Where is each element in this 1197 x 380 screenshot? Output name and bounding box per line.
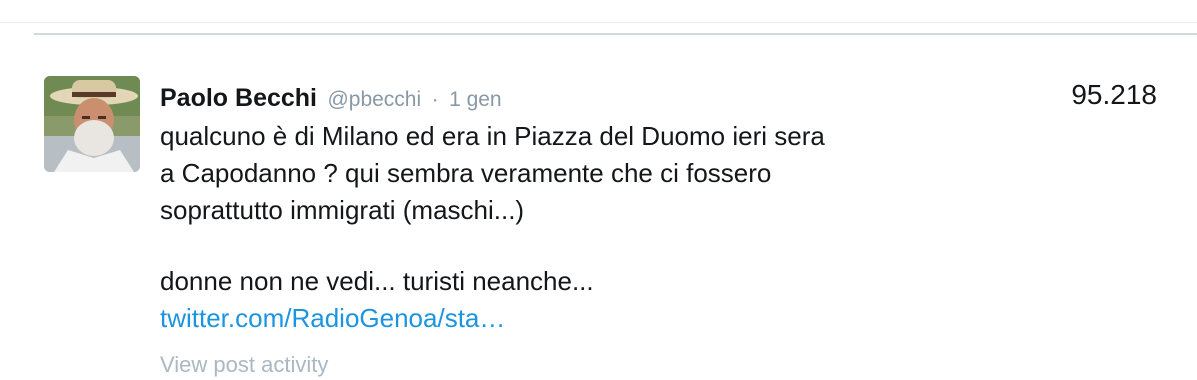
tweet-text-line: soprattutto immigrati (maschi...) [160, 195, 525, 225]
header-separator: · [431, 88, 439, 111]
avatar[interactable] [44, 76, 140, 172]
tweet-text-line: qualcuno è di Milano ed era in Piazza de… [160, 121, 825, 151]
impressions-count: 95.218 [1071, 79, 1157, 110]
tweet-link[interactable]: twitter.com/RadioGenoa/sta… [160, 300, 980, 337]
top-divider [0, 22, 1197, 23]
tweet-text-line: a Capodanno ? qui sembra veramente che c… [160, 158, 772, 188]
section-divider [34, 33, 1197, 35]
tweet-header: Paolo Becchi @pbecchi · 1 gen [160, 82, 502, 118]
view-activity-link[interactable]: View post activity [160, 350, 328, 380]
tweet-date[interactable]: 1 gen [449, 88, 502, 111]
author-handle[interactable]: @pbecchi [327, 88, 421, 111]
tweet-text-line: donne non ne vedi... turisti neanche... [160, 266, 594, 296]
author-name[interactable]: Paolo Becchi [160, 84, 317, 112]
tweet-text: qualcuno è di Milano ed era in Piazza de… [160, 118, 980, 337]
avatar-photo [44, 76, 140, 172]
